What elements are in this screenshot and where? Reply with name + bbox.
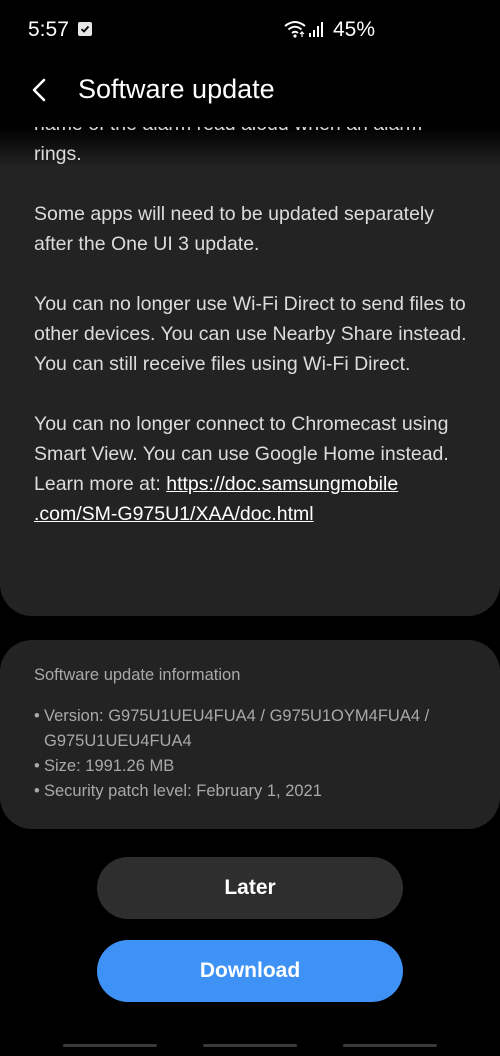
learn-more-prefix: Learn more at:: [34, 473, 167, 495]
nav-handle-left[interactable]: [63, 1044, 157, 1047]
notes-apps-note: Some apps will need to be updated separa…: [34, 203, 435, 255]
release-notes-text: name of the alarm read aloud when an ala…: [34, 127, 474, 529]
learn-more-line: Learn more at: https://doc.samsungmobile…: [34, 469, 474, 529]
info-title: Software update information: [34, 666, 241, 684]
info-size: Size: 1991.26 MB: [34, 754, 474, 779]
info-version: Version: G975U1UEU4FUA4 / G975U1OYM4FUA4…: [34, 704, 474, 754]
back-button[interactable]: [24, 74, 56, 106]
nav-handle-right[interactable]: [343, 1044, 437, 1047]
nav-handle-center[interactable]: [203, 1044, 297, 1047]
wifi-icon: [284, 21, 306, 38]
page-title: Software update: [78, 74, 275, 104]
chevron-left-icon: [32, 78, 46, 102]
info-security-patch: Security patch level: February 1, 2021: [34, 779, 474, 804]
header: Software update: [0, 60, 500, 124]
notes-partial-line: name of the alarm read aloud when an ala…: [34, 127, 474, 139]
download-button[interactable]: Download: [97, 940, 403, 1002]
status-time: 5:57: [28, 18, 69, 41]
learn-more-link-continued[interactable]: .com/SM-G975U1/XAA/doc.html: [34, 503, 314, 525]
battery-level: 45%: [333, 18, 376, 41]
learn-more-link[interactable]: https://doc.samsungmobile: [166, 473, 398, 495]
notification-check-icon: [78, 22, 92, 36]
notes-chromecast-note: You can no longer connect to Chromecast …: [34, 413, 449, 465]
release-notes-card: name of the alarm read aloud when an ala…: [0, 127, 500, 616]
navigation-bar: [0, 1040, 500, 1056]
notes-ringing-tail: rings.: [34, 143, 82, 165]
signal-icon: [309, 22, 323, 37]
later-button[interactable]: Later: [97, 857, 403, 919]
update-info-card: Software update information Version: G97…: [0, 640, 500, 829]
notes-wifi-direct-note: You can no longer use Wi-Fi Direct to se…: [34, 293, 467, 375]
info-list: Version: G975U1UEU4FUA4 / G975U1OYM4FUA4…: [34, 704, 474, 804]
status-bar: 5:57 45%: [0, 0, 500, 60]
